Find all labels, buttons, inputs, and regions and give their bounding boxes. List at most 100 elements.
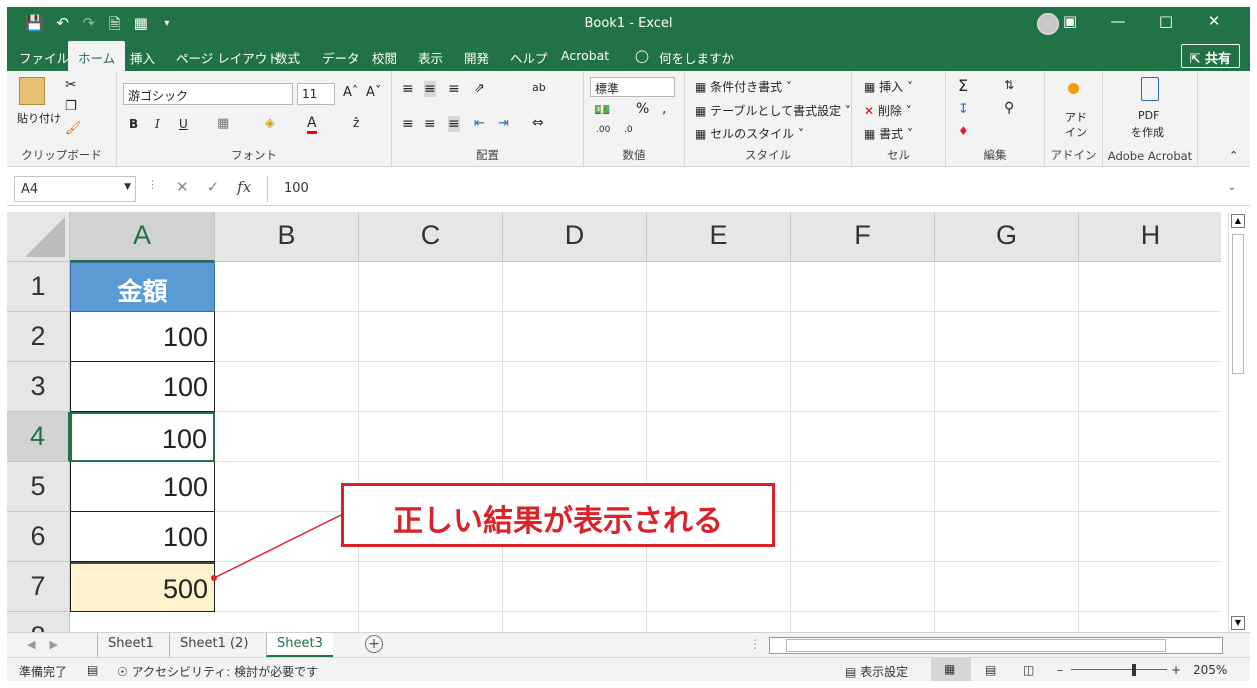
phonetic-icon[interactable]: ẑ [353,116,359,130]
tab-insert[interactable]: 挿入 [130,48,155,67]
borders-icon[interactable]: ▦ [217,116,229,131]
tab-home[interactable]: ホーム [68,41,126,71]
insert-cells-button[interactable]: ▦ 挿入 ˅ [864,78,913,95]
align-left-icon[interactable]: ≡ [402,116,414,132]
scroll-thumb[interactable] [1232,234,1244,374]
fill-icon[interactable]: ↧ [958,102,969,117]
tell-me-search[interactable]: 何をしますか [659,48,734,67]
row-header-6[interactable]: 6 [7,512,70,562]
close-icon[interactable]: ✕ [1190,12,1238,30]
autosum-button[interactable]: Σ [958,76,968,95]
create-pdf-icon[interactable] [1141,77,1159,101]
align-middle-icon[interactable]: ≡ [424,81,436,97]
align-bottom-icon[interactable]: ≡ [448,81,460,97]
underline-button[interactable]: U [179,117,188,131]
comma-button[interactable]: , [662,101,666,117]
currency-icon[interactable]: 💵 [594,103,610,118]
tab-review[interactable]: 校閲 [372,48,397,67]
cell-a4[interactable]: 100 [70,412,215,462]
grow-font-icon[interactable]: Aˆ [343,85,358,100]
paste-button[interactable]: 貼り付け [17,110,61,126]
clear-icon[interactable]: ♦ [958,124,969,138]
vertical-scrollbar[interactable]: ▲ ▼ [1228,212,1246,632]
tab-formulas[interactable]: 数式 [275,48,300,67]
scroll-up-icon[interactable]: ▲ [1231,214,1245,228]
sheet-tab-sheet3[interactable]: Sheet3 [266,633,333,657]
wrap-text-icon[interactable]: ab [532,81,546,94]
name-box[interactable]: A4 ▼ [14,176,136,202]
more-icon[interactable]: ⋮ [147,178,158,196]
conditional-format-button[interactable]: ▦ 条件付き書式 ˅ [695,78,792,95]
paste-icon[interactable] [19,77,45,105]
collapse-ribbon-icon[interactable]: ⌃ [1229,149,1238,162]
sort-filter-icon[interactable]: ⇅ [1004,78,1014,92]
font-name-select[interactable]: 游ゴシック [123,83,293,105]
column-header-c[interactable]: C [359,212,503,262]
merge-center-icon[interactable]: ⇔ [532,115,544,131]
cell-a7[interactable]: 500 [70,562,215,612]
insert-function-icon[interactable]: fx [237,178,251,196]
cell-a6[interactable]: 100 [70,512,215,562]
tab-help[interactable]: ヘルプ [510,48,548,67]
zoom-in-icon[interactable]: + [1171,663,1181,677]
expand-formula-icon[interactable]: ⌄ [1228,182,1236,193]
scroll-down-icon[interactable]: ▼ [1231,616,1245,630]
align-center-icon[interactable]: ≡ [424,116,436,132]
column-header-b[interactable]: B [215,212,359,262]
bold-button[interactable]: B [129,117,138,131]
create-pdf-label-2[interactable]: を作成 [1131,124,1164,140]
enter-icon[interactable]: ✓ [207,178,220,196]
delete-cells-button[interactable]: ✕ 削除 ˅ [864,102,912,119]
macro-record-icon[interactable]: ▤ [87,663,98,677]
cell-styles-button[interactable]: ▦ セルのスタイル ˅ [695,125,804,142]
cell-a5[interactable]: 100 [70,462,215,512]
create-pdf-label-1[interactable]: PDF [1138,109,1159,122]
page-break-view-icon[interactable]: ◫ [1023,663,1034,677]
percent-button[interactable]: % [636,101,649,117]
cancel-icon[interactable]: ✕ [176,178,189,196]
ribbon-display-icon[interactable]: ▣ [1046,12,1094,30]
zoom-slider-handle[interactable] [1132,664,1136,676]
column-header-f[interactable]: F [791,212,935,262]
minimize-icon[interactable]: — [1094,12,1142,30]
add-sheet-icon[interactable]: + [365,635,383,653]
cut-icon[interactable]: ✂ [65,77,77,93]
column-header-h[interactable]: H [1079,212,1221,262]
shrink-font-icon[interactable]: Aˇ [366,85,381,100]
sheet-tab-sheet1-2[interactable]: Sheet1 (2) [169,633,258,657]
split-handle-icon[interactable]: ⋮ [749,637,761,651]
display-settings-button[interactable]: ▤ 表示設定 [845,663,908,680]
align-top-icon[interactable]: ≡ [402,81,414,97]
zoom-out-icon[interactable]: – [1057,663,1063,677]
page-layout-view-icon[interactable]: ▤ [985,663,996,677]
align-right-icon[interactable]: ≡ [448,116,460,132]
tab-page-layout[interactable]: ページ レイアウト [176,48,280,67]
decrease-indent-icon[interactable]: ⇤ [474,116,485,131]
zoom-slider[interactable] [1071,669,1167,670]
addins-icon[interactable] [1068,83,1079,94]
accessibility-status[interactable]: ☉ アクセシビリティ: 検討が必要です [117,663,318,680]
worksheet-grid[interactable]: A B C D E F G H 1 2 3 4 5 6 7 8 金額 100 1… [7,212,1221,632]
zoom-level[interactable]: 205% [1193,663,1227,677]
font-size-select[interactable]: 11 [297,83,335,105]
row-header-8[interactable]: 8 [7,612,70,632]
cell-a1[interactable]: 金額 [70,262,215,312]
addins-label-2[interactable]: イン [1065,124,1087,140]
share-button[interactable]: ⇱ 共有 [1180,44,1240,68]
format-cells-button[interactable]: ▦ 書式 ˅ [864,125,913,142]
row-header-1[interactable]: 1 [7,262,70,312]
row-header-4[interactable]: 4 [7,412,70,462]
column-header-g[interactable]: G [935,212,1079,262]
orientation-icon[interactable]: ⇗ [474,81,485,96]
find-select-icon[interactable]: ⚲ [1004,100,1014,116]
chevron-down-icon[interactable]: ▼ [124,182,131,192]
lightbulb-icon[interactable]: ◯ [635,48,649,63]
tab-file[interactable]: ファイル [19,48,69,67]
horizontal-scrollbar[interactable] [769,637,1223,654]
tab-developer[interactable]: 開発 [464,48,489,67]
tab-acrobat[interactable]: Acrobat [561,48,609,63]
tab-view[interactable]: 表示 [418,48,443,67]
maximize-icon[interactable]: □ [1142,12,1190,30]
formula-input[interactable]: 100 ⌄ [267,176,1242,202]
format-as-table-button[interactable]: ▦ テーブルとして書式設定 ˅ [695,102,851,119]
